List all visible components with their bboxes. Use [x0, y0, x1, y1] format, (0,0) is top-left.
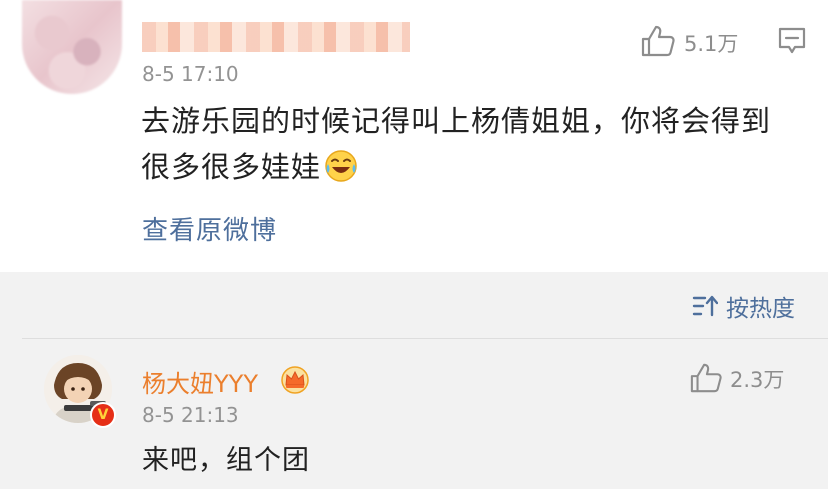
divider [22, 338, 828, 339]
thumbs-up-icon[interactable] [689, 362, 723, 394]
post-timestamp: 8-5 17:10 [142, 62, 239, 86]
thumbs-up-icon[interactable] [640, 24, 676, 58]
verified-badge-icon: V [90, 402, 116, 428]
comment-bubble-icon[interactable] [777, 26, 807, 56]
comment-line-1: 去游乐园的时候记得叫上杨倩姐姐，你将会得到 [141, 104, 772, 138]
original-post-card: 8-5 17:10 5.1万 去游乐园的时候记得叫上杨倩姐姐，你将会得到 很多很… [0, 0, 828, 272]
reply-username[interactable]: 杨大妞YYY [142, 364, 258, 399]
sort-icon [692, 295, 718, 317]
blurred-avatar[interactable] [22, 0, 122, 94]
comment-line-2-text: 很多很多娃娃 [141, 150, 322, 184]
reply-timestamp: 8-5 21:13 [142, 403, 239, 427]
post-like-count[interactable]: 5.1万 [684, 28, 738, 58]
blurred-username[interactable] [142, 22, 410, 52]
sort-label: 按热度 [726, 296, 795, 322]
reply-text: 来吧，组个团 [142, 445, 310, 476]
laughing-crying-emoji-icon [325, 150, 357, 182]
crown-badge-icon[interactable] [280, 366, 310, 394]
view-original-post-link[interactable]: 查看原微博 [142, 210, 277, 247]
sort-by-hot-button[interactable]: 按热度 [692, 291, 795, 322]
comment-line-2: 很多很多娃娃 [141, 144, 801, 190]
post-comment-text: 去游乐园的时候记得叫上杨倩姐姐，你将会得到 很多很多娃娃 [141, 98, 801, 190]
reply-like-count[interactable]: 2.3万 [730, 364, 784, 394]
